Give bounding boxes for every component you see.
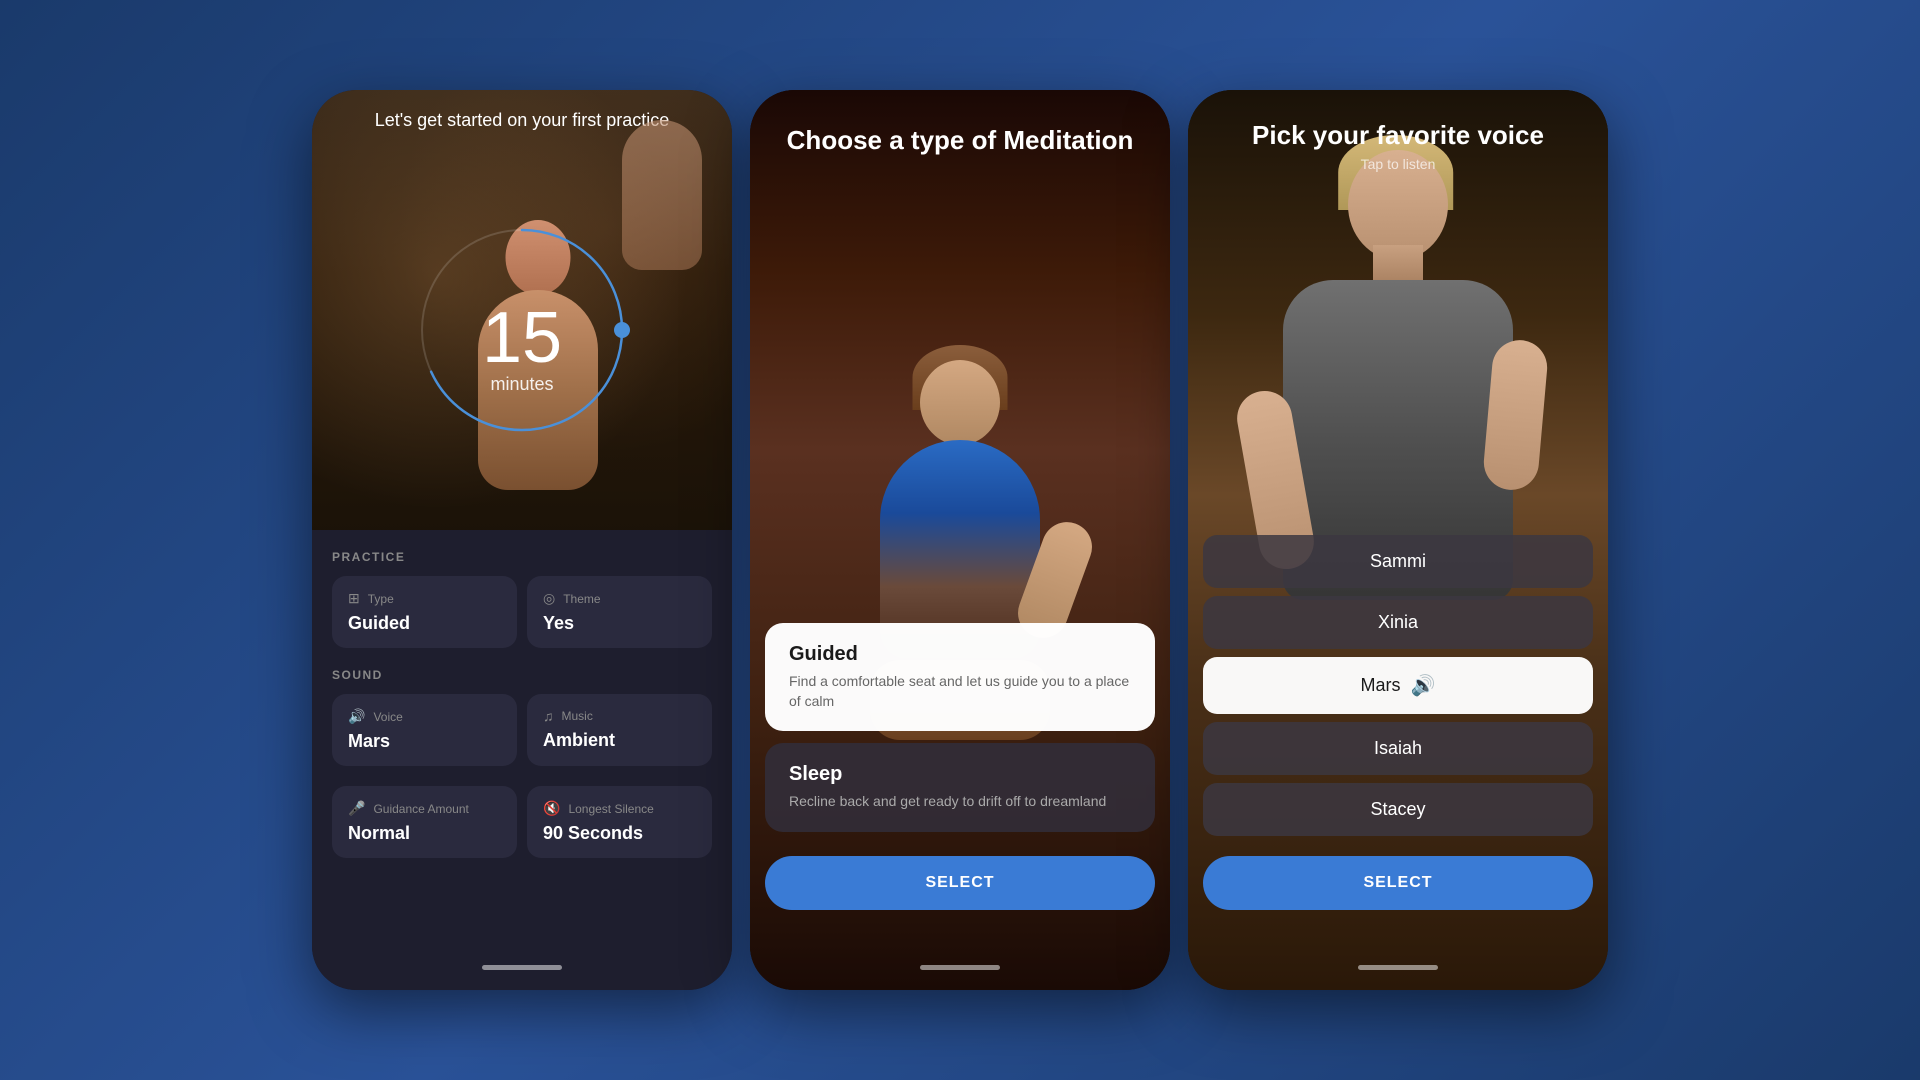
- music-header: ♫ Music: [543, 708, 696, 724]
- timer-number: 15: [482, 302, 562, 374]
- silence-header: 🔇 Longest Silence: [543, 800, 696, 817]
- sound-grid: 🔊 Voice Mars ♫ Music Ambient: [332, 694, 712, 766]
- music-card[interactable]: ♫ Music Ambient: [527, 694, 712, 766]
- voice-value: Mars: [348, 731, 501, 752]
- silence-value: 90 Seconds: [543, 823, 696, 844]
- screen2-title: Choose a type of Meditation: [750, 125, 1170, 156]
- voice-item-stacey[interactable]: Stacey: [1203, 783, 1593, 836]
- screens-container: Let's get started on your first practice: [312, 90, 1608, 990]
- scroll-indicator-1: [482, 965, 562, 970]
- grid-icon: ⊞: [348, 590, 360, 607]
- practice-grid: ⊞ Type Guided ◎ Theme Yes: [332, 576, 712, 648]
- voice-name-stacey: Stacey: [1370, 799, 1425, 819]
- voice-item-isaiah[interactable]: Isaiah: [1203, 722, 1593, 775]
- theme-label: Theme: [563, 592, 600, 606]
- circle-icon: ◎: [543, 590, 555, 607]
- type-value: Guided: [348, 613, 501, 634]
- advanced-grid: 🎤 Guidance Amount Normal 🔇 Longest Silen…: [332, 786, 712, 858]
- guided-title: Guided: [789, 643, 1131, 666]
- screen3-select-button[interactable]: SELECT: [1203, 856, 1593, 910]
- voice-name-sammi: Sammi: [1370, 551, 1426, 571]
- voice-item-sammi[interactable]: Sammi: [1203, 535, 1593, 588]
- screen3-title-text: Pick your favorite voice: [1188, 120, 1608, 151]
- voice-item-xinia[interactable]: Xinia: [1203, 596, 1593, 649]
- music-label: Music: [562, 709, 593, 723]
- theme-card[interactable]: ◎ Theme Yes: [527, 576, 712, 648]
- timer-label: minutes: [482, 374, 562, 395]
- screen1-title: Let's get started on your first practice: [375, 110, 670, 130]
- timer-display: 15 minutes: [482, 302, 562, 395]
- screen2-meditation: Choose a type of Meditation Guided Find …: [750, 90, 1170, 990]
- sound-section-label: SOUND: [332, 668, 712, 682]
- type-label: Type: [368, 592, 394, 606]
- screen2-select-button[interactable]: SELECT: [765, 856, 1155, 910]
- speaker-small-icon: 🔊: [348, 708, 365, 725]
- practice-hero-image: Let's get started on your first practice: [312, 90, 732, 550]
- guidance-label: Guidance Amount: [373, 802, 468, 816]
- voice-list: Sammi Xinia Mars 🔊 Isaiah Stacey: [1203, 535, 1593, 910]
- type-card[interactable]: ⊞ Type Guided: [332, 576, 517, 648]
- music-note-icon: ♫: [543, 708, 554, 724]
- voice-header: 🔊 Voice: [348, 708, 501, 725]
- voice-item-mars[interactable]: Mars 🔊: [1203, 657, 1593, 714]
- voice-card[interactable]: 🔊 Voice Mars: [332, 694, 517, 766]
- mic-icon: 🎤: [348, 800, 365, 817]
- voice-name-mars: Mars: [1361, 675, 1401, 696]
- guided-description: Find a comfortable seat and let us guide…: [789, 672, 1131, 711]
- screen3-subtitle-text: Tap to listen: [1188, 156, 1608, 172]
- screen1-practice: Let's get started on your first practice: [312, 90, 732, 990]
- sleep-title: Sleep: [789, 763, 1131, 786]
- voice-name-isaiah: Isaiah: [1374, 738, 1422, 758]
- silence-card[interactable]: 🔇 Longest Silence 90 Seconds: [527, 786, 712, 858]
- sleep-option[interactable]: Sleep Recline back and get ready to drif…: [765, 743, 1155, 832]
- playing-icon: 🔊: [1411, 673, 1436, 698]
- voice-label: Voice: [373, 710, 402, 724]
- voice-neck: [1373, 245, 1423, 285]
- mute-icon: 🔇: [543, 800, 560, 817]
- voice-name-xinia: Xinia: [1378, 612, 1418, 632]
- silence-label: Longest Silence: [568, 802, 653, 816]
- screen2-title-text: Choose a type of Meditation: [787, 125, 1134, 155]
- scroll-indicator-3: [1358, 965, 1438, 970]
- meditation-options: Guided Find a comfortable seat and let u…: [765, 623, 1155, 910]
- scroll-indicator-2: [920, 965, 1000, 970]
- guidance-header: 🎤 Guidance Amount: [348, 800, 501, 817]
- theme-header: ◎ Theme: [543, 590, 696, 607]
- theme-value: Yes: [543, 613, 696, 634]
- practice-settings: PRACTICE ⊞ Type Guided ◎ Theme: [312, 530, 732, 990]
- sleep-description: Recline back and get ready to drift off …: [789, 792, 1131, 812]
- practice-section-label: PRACTICE: [332, 550, 712, 564]
- guidance-value: Normal: [348, 823, 501, 844]
- screen3-voice: Pick your favorite voice Tap to listen S…: [1188, 90, 1608, 990]
- screen3-header: Pick your favorite voice Tap to listen: [1188, 120, 1608, 172]
- guidance-card[interactable]: 🎤 Guidance Amount Normal: [332, 786, 517, 858]
- music-value: Ambient: [543, 730, 696, 751]
- med-head: [920, 360, 1000, 445]
- guided-option[interactable]: Guided Find a comfortable seat and let u…: [765, 623, 1155, 731]
- type-header: ⊞ Type: [348, 590, 501, 607]
